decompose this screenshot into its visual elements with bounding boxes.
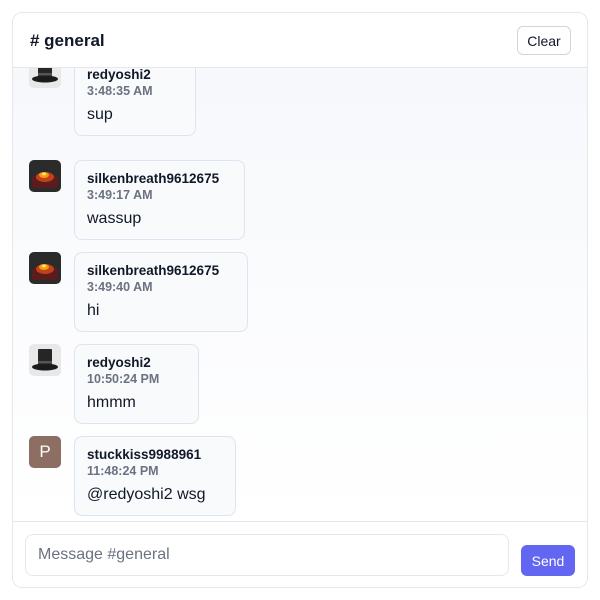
message-timestamp: 3:48:35 AM: [87, 84, 153, 98]
channel-header: # general Clear: [13, 13, 587, 68]
message-text: hmmm: [87, 394, 136, 411]
top-hat-avatar: [29, 68, 61, 88]
message-bubble: stuckkiss9988961 11:48:24 PM @redyoshi2 …: [74, 436, 236, 516]
message-username: redyoshi2: [87, 68, 151, 82]
message-timestamp: 11:48:24 PM: [87, 464, 159, 478]
message-text: wassup: [87, 210, 142, 227]
letter-avatar: P: [29, 436, 61, 468]
fire-photo-avatar: [29, 160, 61, 192]
channel-title: # general: [30, 31, 105, 50]
message-list[interactable]: redyoshi2 3:48:35 AM sup silkenbreath961…: [13, 68, 587, 521]
message-username: silkenbreath9612675: [87, 263, 220, 278]
message-timestamp: 3:49:40 AM: [87, 280, 153, 294]
message-timestamp: 10:50:24 PM: [87, 372, 160, 386]
message-bubble: redyoshi2 10:50:24 PM hmmm: [74, 344, 199, 424]
message-bubble: silkenbreath9612675 3:49:40 AM hi: [74, 252, 248, 332]
message-username: stuckkiss9988961: [87, 447, 202, 462]
message-composer: Send: [13, 521, 587, 587]
message-timestamp: 3:49:17 AM: [87, 188, 153, 202]
top-hat-avatar: [29, 344, 61, 376]
message-bubble: redyoshi2 3:48:35 AM sup: [74, 68, 196, 136]
message-text: @redyoshi2 wsg: [87, 486, 206, 503]
message-text: sup: [87, 106, 113, 123]
message-username: silkenbreath9612675: [87, 171, 220, 186]
message-input[interactable]: [25, 534, 509, 576]
fire-photo-avatar: [29, 252, 61, 284]
send-button[interactable]: Send: [521, 545, 575, 576]
message-text: hi: [87, 302, 100, 319]
chat-panel: # general Clear redyoshi2 3:48:35 AM sup: [12, 12, 588, 588]
message-username: redyoshi2: [87, 355, 151, 370]
message-bubble: silkenbreath9612675 3:49:17 AM wassup: [74, 160, 245, 240]
clear-button[interactable]: Clear: [517, 26, 571, 55]
